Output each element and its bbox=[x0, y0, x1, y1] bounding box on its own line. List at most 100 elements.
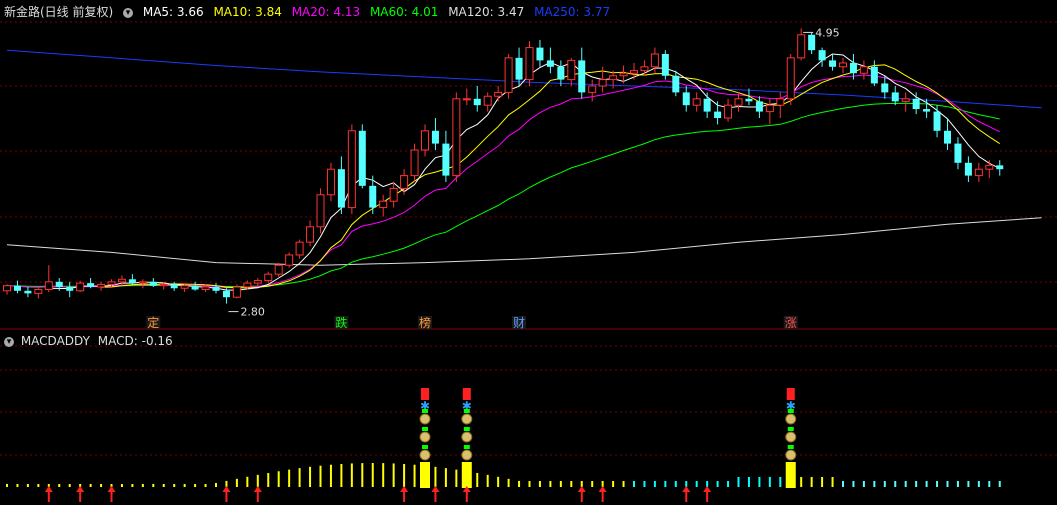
macd-bar bbox=[716, 481, 719, 487]
candle bbox=[818, 47, 826, 67]
macd-bar bbox=[831, 477, 834, 487]
candle-body bbox=[389, 187, 398, 202]
candle-body bbox=[776, 98, 785, 106]
candle bbox=[326, 162, 335, 202]
candle bbox=[525, 41, 534, 86]
buy-arrow bbox=[44, 486, 53, 502]
candle bbox=[546, 47, 554, 74]
candle-body bbox=[650, 53, 659, 68]
candle-body bbox=[285, 254, 294, 266]
candle-body bbox=[483, 95, 492, 106]
money-bag-icon bbox=[419, 413, 431, 425]
candle-body bbox=[66, 286, 74, 291]
candle bbox=[253, 278, 262, 286]
candle-body bbox=[901, 98, 910, 102]
candle bbox=[567, 57, 576, 86]
candle-body bbox=[117, 278, 126, 283]
ma10-line bbox=[100, 64, 1000, 289]
candle bbox=[400, 169, 409, 195]
candle-body bbox=[44, 281, 53, 291]
macd-bar bbox=[309, 466, 312, 487]
signal-dot bbox=[463, 445, 470, 449]
candle-body bbox=[421, 130, 429, 151]
macd-bar bbox=[152, 484, 155, 487]
candle bbox=[191, 281, 199, 291]
candle-body bbox=[473, 98, 481, 106]
toggle-icon[interactable]: ▾ bbox=[123, 7, 134, 18]
chart-canvas[interactable]: 4.95 2.80 定 跌 榜 财 涨 ✱ ✱ ✱ bbox=[0, 0, 1057, 502]
candle-body bbox=[274, 264, 283, 275]
candle bbox=[452, 92, 461, 182]
macd-bar bbox=[559, 481, 562, 487]
candle-body bbox=[431, 130, 439, 144]
macd-bar bbox=[413, 464, 416, 487]
candle bbox=[598, 66, 607, 93]
signal-dot bbox=[422, 427, 428, 431]
candle-body bbox=[797, 34, 806, 59]
macd-bar bbox=[89, 484, 92, 487]
candle-body bbox=[515, 57, 523, 80]
macd-bar bbox=[16, 484, 19, 487]
buy-arrow bbox=[462, 486, 471, 502]
indicator-header: ▾ MACDADDY MACD: -0.16 bbox=[4, 333, 173, 349]
candle bbox=[66, 281, 74, 298]
candle bbox=[337, 156, 345, 214]
candle-body bbox=[567, 59, 576, 81]
signal-column: ✱ bbox=[785, 388, 797, 488]
signal-dot bbox=[422, 409, 428, 413]
candle bbox=[264, 271, 273, 284]
signal-column: ✱ bbox=[461, 388, 473, 488]
candle bbox=[985, 160, 994, 179]
candle bbox=[306, 220, 315, 246]
macd-bar bbox=[497, 476, 500, 487]
candle-body bbox=[588, 85, 597, 93]
candle-body bbox=[829, 60, 837, 67]
macd-bar bbox=[538, 481, 541, 487]
macd-bar bbox=[183, 484, 186, 487]
macd-bar bbox=[434, 466, 437, 487]
macd-bar bbox=[26, 484, 29, 487]
macd-bar bbox=[862, 481, 865, 487]
candle-body bbox=[191, 285, 199, 290]
event-marker: 跌 bbox=[335, 315, 347, 330]
indicator-toggle-icon[interactable]: ▾ bbox=[4, 336, 14, 347]
macd-bar bbox=[120, 484, 123, 487]
macd-bar bbox=[768, 477, 771, 487]
macd-bar bbox=[821, 477, 824, 487]
macd-bar bbox=[737, 477, 740, 487]
macd-bar bbox=[998, 481, 1001, 487]
macd-bar bbox=[444, 468, 447, 487]
candle-body bbox=[839, 62, 847, 68]
candle-body bbox=[97, 283, 106, 288]
ma5-line bbox=[48, 53, 1000, 291]
signal-dot bbox=[463, 409, 470, 413]
macd-bar bbox=[382, 463, 385, 487]
candle bbox=[442, 130, 450, 182]
signal-column: ✱ bbox=[419, 388, 431, 488]
candle-body bbox=[326, 168, 335, 196]
money-bag-icon bbox=[785, 413, 797, 425]
candle-body bbox=[128, 279, 136, 284]
macd-bar bbox=[68, 484, 71, 487]
candle bbox=[97, 281, 106, 291]
ma120-label: MA120: 3.47 bbox=[448, 5, 525, 19]
candle-body bbox=[661, 54, 669, 76]
signal-dot bbox=[787, 427, 794, 431]
stock-title: 新金路(日线 前复权) bbox=[4, 5, 114, 19]
candle bbox=[808, 32, 816, 54]
candle bbox=[901, 92, 910, 112]
candle bbox=[34, 288, 43, 299]
candle-body bbox=[34, 289, 43, 294]
candle bbox=[117, 275, 126, 286]
candle-body bbox=[859, 66, 868, 74]
stock-chart[interactable]: 4.95 2.80 定 跌 榜 财 涨 ✱ ✱ ✱ bbox=[0, 0, 1057, 502]
money-bag-icon bbox=[785, 449, 797, 461]
macd-bar bbox=[58, 484, 61, 487]
buy-arrow bbox=[703, 486, 712, 502]
candle-body bbox=[232, 286, 241, 298]
candle bbox=[661, 50, 669, 80]
macd-bar bbox=[810, 477, 813, 487]
ma250-line bbox=[6, 49, 1042, 109]
candle-body bbox=[201, 286, 210, 291]
macd-bar bbox=[549, 481, 552, 487]
